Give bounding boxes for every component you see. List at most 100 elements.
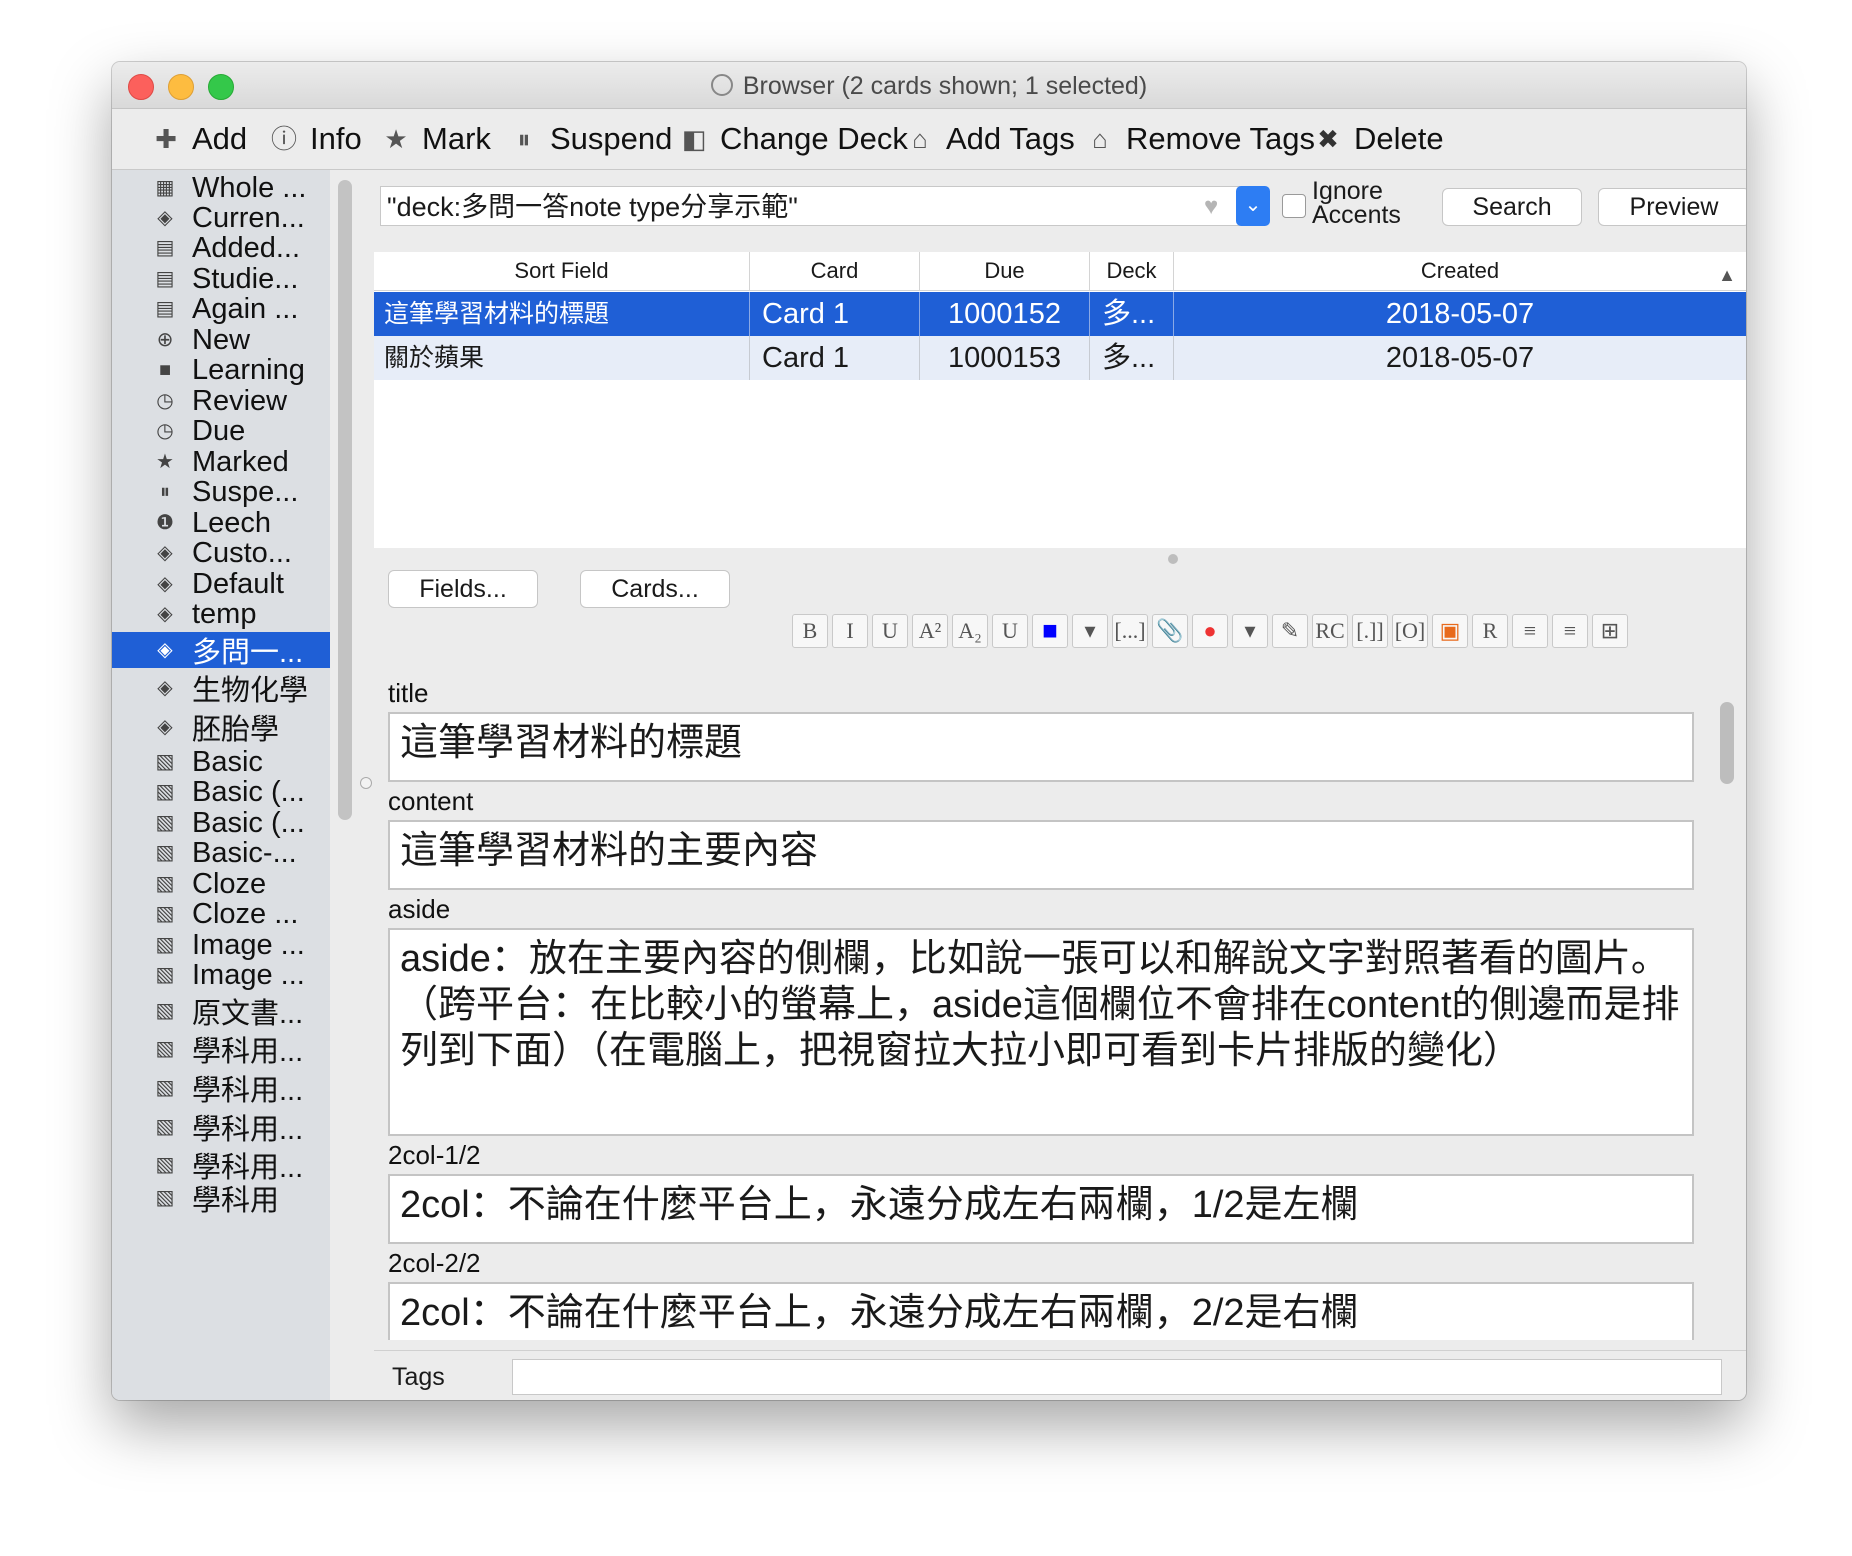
text-color-dropdown[interactable]: ▾: [1072, 614, 1108, 648]
field-label-2col-2: 2col-2/2: [388, 1248, 481, 1278]
search-history-dropdown[interactable]: ⌄: [1236, 186, 1270, 226]
column-due[interactable]: Due: [920, 252, 1090, 290]
column-card[interactable]: Card: [750, 252, 920, 290]
attach-button[interactable]: 📎: [1152, 614, 1188, 648]
suspend-button[interactable]: ⏸ Suspend: [508, 119, 672, 159]
cell-created: 2018-05-07: [1385, 298, 1535, 330]
delete-button[interactable]: ✖ Delete: [1312, 119, 1444, 159]
add-field-button[interactable]: ⊞: [1592, 614, 1628, 648]
table-row[interactable]: 關於蘋果 Card 1 1000153 多... 2018-05-07: [374, 336, 1746, 380]
sidebar-item-label: 學科用...: [192, 1075, 304, 1107]
add-tags-label: Add Tags: [946, 121, 1075, 156]
heart-icon: ♥: [1204, 193, 1219, 220]
sidebar-item-duoqa-deck[interactable]: ◈ 多問一...: [112, 632, 330, 669]
deck-icon: ◈: [157, 542, 173, 564]
change-deck-button[interactable]: ◧ Change Deck: [678, 119, 908, 159]
sidebar-item-label: 生物化學: [192, 675, 309, 707]
calendar-icon: ▤: [155, 237, 175, 259]
sidebar-item-temp[interactable]: ◈ temp: [112, 596, 330, 632]
tag-add-icon: ⌂: [912, 124, 928, 154]
subscript-button[interactable]: A₂: [952, 614, 988, 648]
image-button[interactable]: ▣: [1432, 614, 1468, 648]
table-row[interactable]: 這筆學習材料的標題 Card 1 1000152 多... 2018-05-07: [374, 292, 1746, 336]
sidebar-item-textbook[interactable]: ▧ 原文書...: [112, 993, 330, 1030]
cell-sort-field: 這筆學習材料的標題: [374, 292, 750, 336]
deck-icon: ◈: [157, 603, 173, 625]
indent-button[interactable]: ≡: [1552, 614, 1588, 648]
occlusion-button[interactable]: [O]: [1392, 614, 1428, 648]
plus-icon: ✚: [155, 124, 177, 154]
sidebar-item-label: temp: [192, 597, 257, 630]
column-created[interactable]: Created ▲: [1174, 252, 1746, 290]
preview-button[interactable]: Preview: [1598, 188, 1746, 226]
clear-format-button[interactable]: U: [992, 614, 1028, 648]
note-type-icon: ▧: [155, 873, 175, 895]
main-toolbar: ✚ Add ⓘ Info ★ Mark ⏸ Suspend ◧ Change Deck ⌂…: [112, 109, 1746, 170]
italic-button[interactable]: I: [832, 614, 868, 648]
clock-icon: ◷: [156, 390, 174, 412]
field-title[interactable]: 這筆學習材料的標題: [388, 712, 1694, 782]
title-bar: Browser (2 cards shown; 1 selected): [112, 62, 1746, 109]
book-icon: ■: [158, 359, 172, 381]
sidebar-item-label: Added...: [192, 231, 301, 264]
pen-button[interactable]: ✎: [1272, 614, 1308, 648]
pause-icon: ⏸: [517, 124, 531, 154]
text-color-button[interactable]: ■: [1032, 614, 1068, 648]
search-input[interactable]: "deck:多問一答note type分享示範": [380, 186, 1262, 226]
column-sort-field[interactable]: Sort Field: [374, 252, 750, 290]
field-2col-1[interactable]: 2col：不論在什麼平台上，永遠分成左右兩欄，1/2是左欄: [388, 1174, 1694, 1244]
column-deck[interactable]: Deck: [1090, 252, 1174, 290]
sidebar-item-subject-3[interactable]: ▧ 學科用...: [112, 1109, 330, 1146]
sidebar-item-label: Learning: [192, 353, 305, 386]
remove-tags-button[interactable]: ⌂ Remove Tags: [1084, 119, 1315, 159]
sidebar-scrollbar[interactable]: [338, 180, 352, 820]
add-tags-button[interactable]: ⌂ Add Tags: [904, 119, 1075, 159]
sidebar-item-subject-2[interactable]: ▧ 學科用...: [112, 1070, 330, 1107]
record-audio-button[interactable]: ●: [1192, 614, 1228, 648]
table-editor-splitter[interactable]: [1168, 554, 1178, 564]
ignore-accents-checkbox[interactable]: [1282, 194, 1306, 218]
mark-button[interactable]: ★ Mark: [380, 119, 491, 159]
warning-icon: ❶: [156, 512, 174, 534]
field-aside[interactable]: aside：放在主要內容的側欄，比如說一張可以和解說文字對照著看的圖片。 （跨平…: [388, 928, 1694, 1136]
sidebar-item-image-occlusion-2[interactable]: ▧ Image ...: [112, 957, 330, 993]
calendar-icon: ▤: [155, 298, 175, 320]
deck-icon: ◧: [681, 124, 707, 154]
underline-button[interactable]: U: [872, 614, 908, 648]
sidebar-item-embryology[interactable]: ◈ 胚胎學: [112, 709, 330, 746]
plus-circle-icon: ⊕: [156, 329, 174, 351]
add-button[interactable]: ✚ Add: [150, 119, 247, 159]
r-button[interactable]: R: [1472, 614, 1508, 648]
deck-icon: ◈: [157, 207, 173, 229]
sidebar-item-subject-1[interactable]: ▧ 學科用...: [112, 1031, 330, 1068]
cell-card: Card 1: [750, 292, 920, 336]
splitter-handle[interactable]: [360, 777, 372, 789]
info-button[interactable]: ⓘ Info: [268, 119, 362, 159]
field-label-title: title: [388, 678, 429, 708]
sidebar-item-label: Cloze ...: [192, 897, 299, 930]
bold-button[interactable]: B: [792, 614, 828, 648]
field-2col-2[interactable]: 2col：不論在什麼平台上，永遠分成左右兩欄，2/2是右欄: [388, 1282, 1694, 1340]
fields-button[interactable]: Fields...: [388, 570, 538, 608]
field-content[interactable]: 這筆學習材料的主要內容: [388, 820, 1694, 890]
rc-button[interactable]: RC: [1312, 614, 1348, 648]
note-type-icon: ▧: [155, 1187, 175, 1209]
column-created-label: Created: [1420, 258, 1500, 283]
tag-remove-icon: ⌂: [1092, 124, 1108, 154]
cards-table: Sort Field Card Due Deck Created ▲ 這筆學習材…: [374, 252, 1746, 548]
more-dropdown[interactable]: ▾: [1232, 614, 1268, 648]
tags-input[interactable]: [512, 1359, 1722, 1395]
window-title-area: Browser (2 cards shown; 1 selected): [112, 72, 1746, 101]
superscript-button[interactable]: A²: [912, 614, 948, 648]
field-label-2col-1: 2col-1/2: [388, 1140, 481, 1170]
cards-button[interactable]: Cards...: [580, 570, 730, 608]
cloze-button[interactable]: [...]: [1112, 614, 1148, 648]
sidebar-item-biochemistry[interactable]: ◈ 生物化學: [112, 670, 330, 707]
editor-scrollbar[interactable]: [1720, 702, 1734, 784]
align-button[interactable]: ≡: [1512, 614, 1548, 648]
sidebar-item-subject-5[interactable]: ▧ 學科用: [112, 1180, 330, 1217]
cloze-bracket-button[interactable]: [.]]: [1352, 614, 1388, 648]
note-type-icon: ▧: [155, 812, 175, 834]
search-button[interactable]: Search: [1442, 188, 1582, 226]
browser-window: Browser (2 cards shown; 1 selected) ✚ Add…: [112, 62, 1746, 1400]
